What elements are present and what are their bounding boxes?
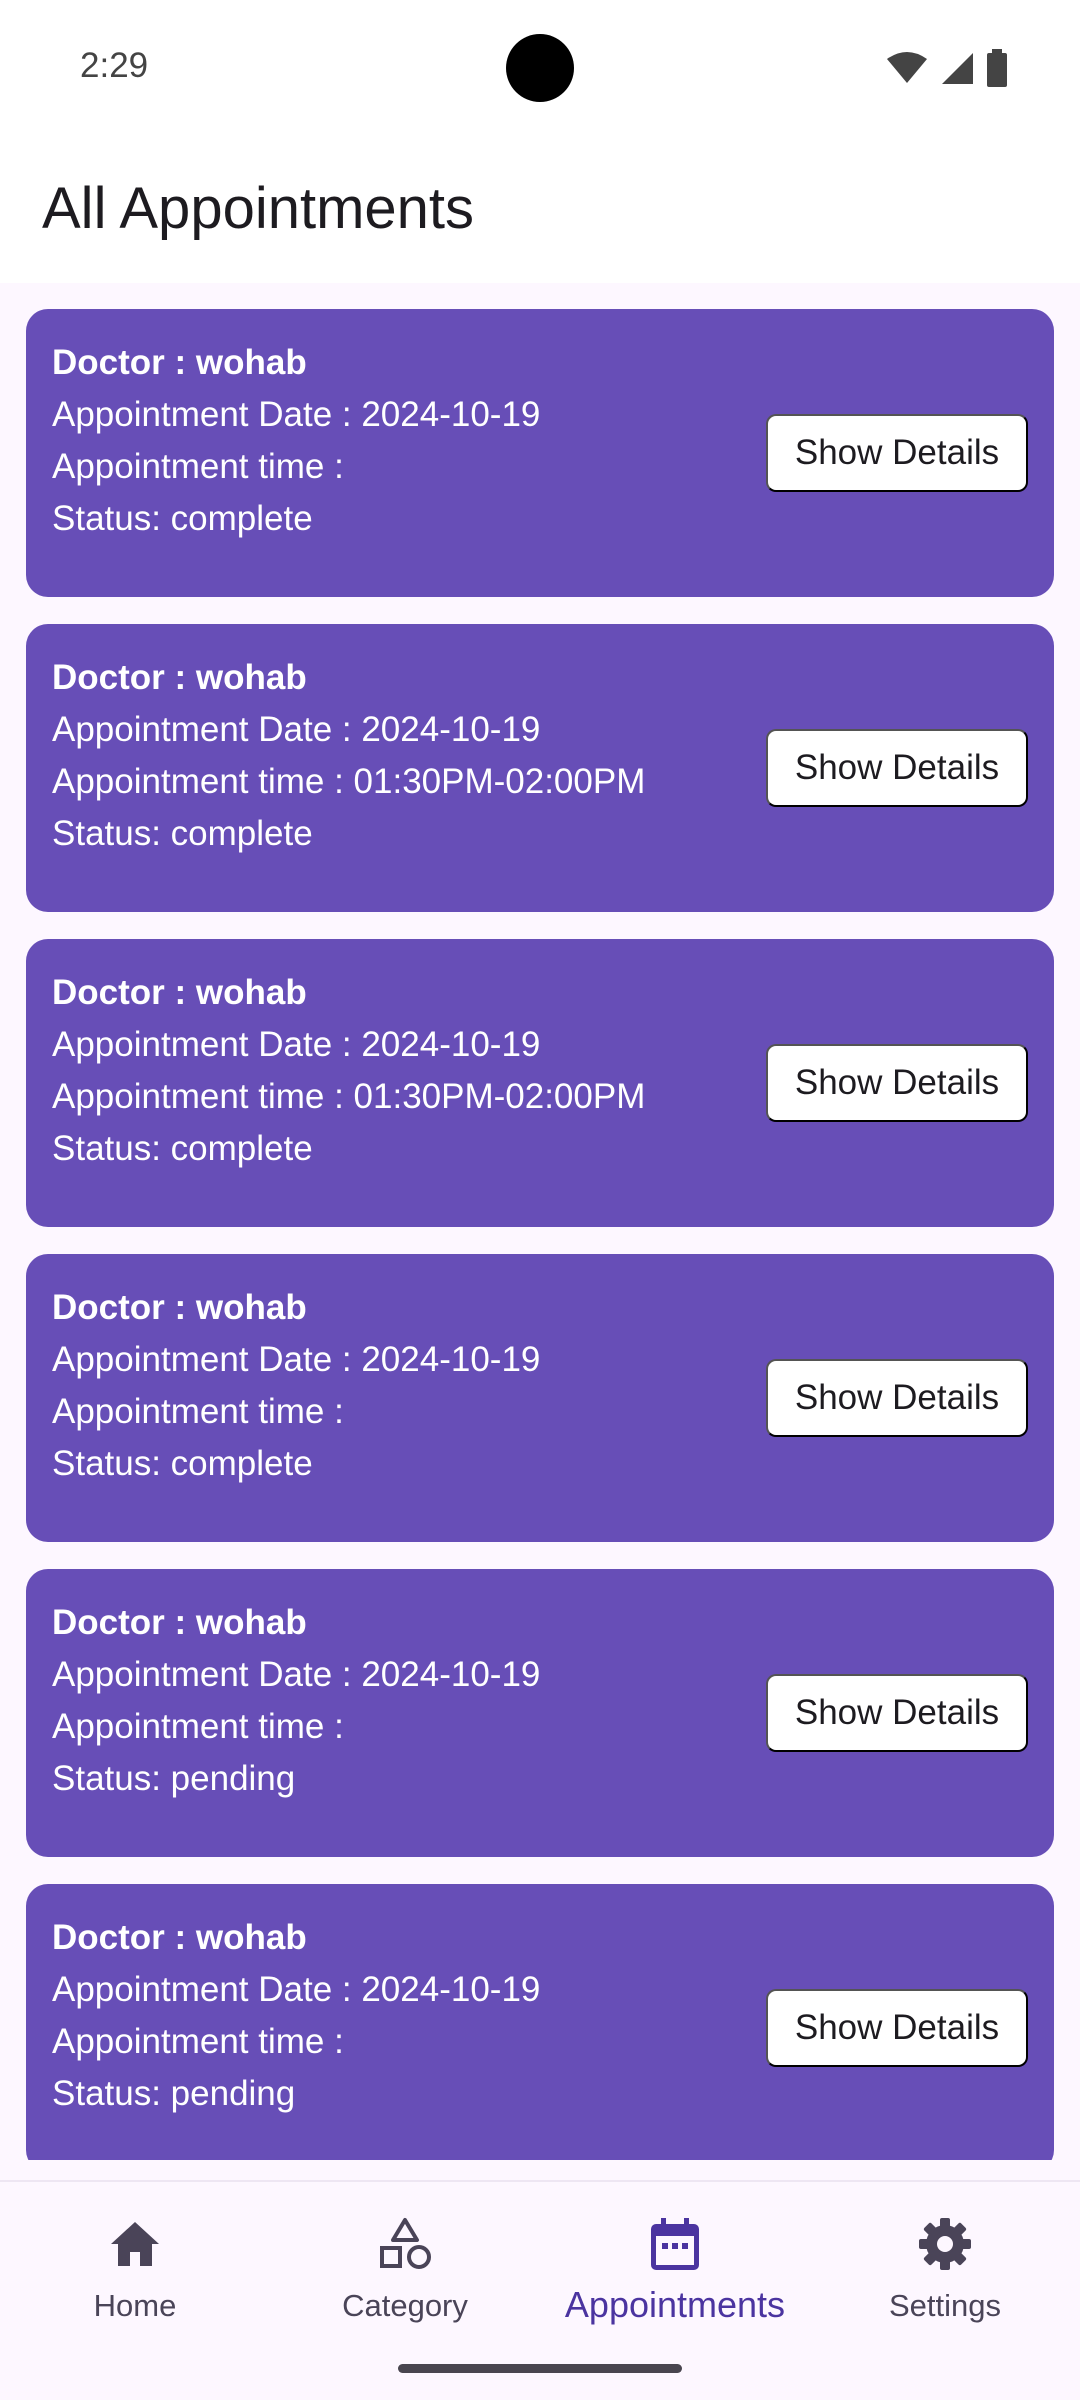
appointment-time: Appointment time : <box>52 2022 344 2061</box>
nav-item-settings[interactable]: Settings <box>825 2210 1065 2340</box>
nav-item-appointments[interactable]: Appointments <box>555 2210 795 2340</box>
appointment-date: Appointment Date : 2024-10-19 <box>52 395 541 434</box>
appointment-date: Appointment Date : 2024-10-19 <box>52 1340 541 1379</box>
appointment-card: Doctor : wohab Appointment Date : 2024-1… <box>26 1884 1054 2160</box>
nav-label: Category <box>342 2288 468 2323</box>
appointment-date: Appointment Date : 2024-10-19 <box>52 1970 541 2009</box>
appointment-time: Appointment time : <box>52 1392 344 1431</box>
nav-item-category[interactable]: Category <box>285 2210 525 2340</box>
wifi-icon <box>887 52 927 83</box>
appointment-date: Appointment Date : 2024-10-19 <box>52 1655 541 1694</box>
appointment-time: Appointment time : 01:30PM-02:00PM <box>52 762 646 801</box>
home-indicator[interactable] <box>398 2364 682 2373</box>
doctor-name: Doctor : wohab <box>52 1918 307 1957</box>
doctor-name: Doctor : wohab <box>52 343 307 382</box>
appointments-list[interactable]: Doctor : wohab Appointment Date : 2024-1… <box>0 283 1080 2160</box>
appointment-status: Status: pending <box>52 1759 296 1798</box>
status-icons <box>886 48 1008 88</box>
show-details-button[interactable]: Show Details <box>766 1359 1028 1437</box>
doctor-name: Doctor : wohab <box>52 1603 307 1642</box>
appointment-time: Appointment time : 01:30PM-02:00PM <box>52 1077 646 1116</box>
appointment-time: Appointment time : <box>52 1707 344 1746</box>
appointment-status: Status: complete <box>52 499 313 538</box>
appointment-status: Status: complete <box>52 1444 313 1483</box>
doctor-name: Doctor : wohab <box>52 658 307 697</box>
nav-label: Appointments <box>564 2284 786 2325</box>
nav-label: Settings <box>888 2288 1001 2323</box>
nav-item-home[interactable]: Home <box>15 2210 255 2340</box>
show-details-button[interactable]: Show Details <box>766 414 1028 492</box>
status-bar: 2:29 <box>0 0 1080 135</box>
appointment-card: Doctor : wohab Appointment Date : 2024-1… <box>26 624 1054 912</box>
show-details-button[interactable]: Show Details <box>766 1989 1028 2067</box>
camera-cutout <box>506 34 574 102</box>
show-details-button[interactable]: Show Details <box>766 1044 1028 1122</box>
doctor-name: Doctor : wohab <box>52 1288 307 1327</box>
page-title: All Appointments <box>42 176 475 241</box>
status-time: 2:29 <box>80 46 149 85</box>
app-bar: All Appointments <box>0 135 1080 283</box>
appointment-status: Status: pending <box>52 2074 296 2113</box>
appointment-status: Status: complete <box>52 1129 313 1168</box>
appointment-card: Doctor : wohab Appointment Date : 2024-1… <box>26 1254 1054 1542</box>
appointment-card: Doctor : wohab Appointment Date : 2024-1… <box>26 1569 1054 1857</box>
show-details-button[interactable]: Show Details <box>766 1674 1028 1752</box>
appointment-card: Doctor : wohab Appointment Date : 2024-1… <box>26 309 1054 597</box>
signal-icon <box>942 53 973 84</box>
appointment-time: Appointment time : <box>52 447 344 486</box>
appointment-card: Doctor : wohab Appointment Date : 2024-1… <box>26 939 1054 1227</box>
home-icon <box>111 2222 159 2266</box>
battery-icon <box>987 49 1007 87</box>
show-details-button[interactable]: Show Details <box>766 729 1028 807</box>
appointment-date: Appointment Date : 2024-10-19 <box>52 710 541 749</box>
calendar-icon <box>651 2218 699 2270</box>
gear-icon <box>919 2218 971 2270</box>
category-icon <box>380 2218 431 2269</box>
doctor-name: Doctor : wohab <box>52 973 307 1012</box>
appointment-status: Status: complete <box>52 814 313 853</box>
nav-label: Home <box>93 2288 177 2323</box>
appointment-date: Appointment Date : 2024-10-19 <box>52 1025 541 1064</box>
